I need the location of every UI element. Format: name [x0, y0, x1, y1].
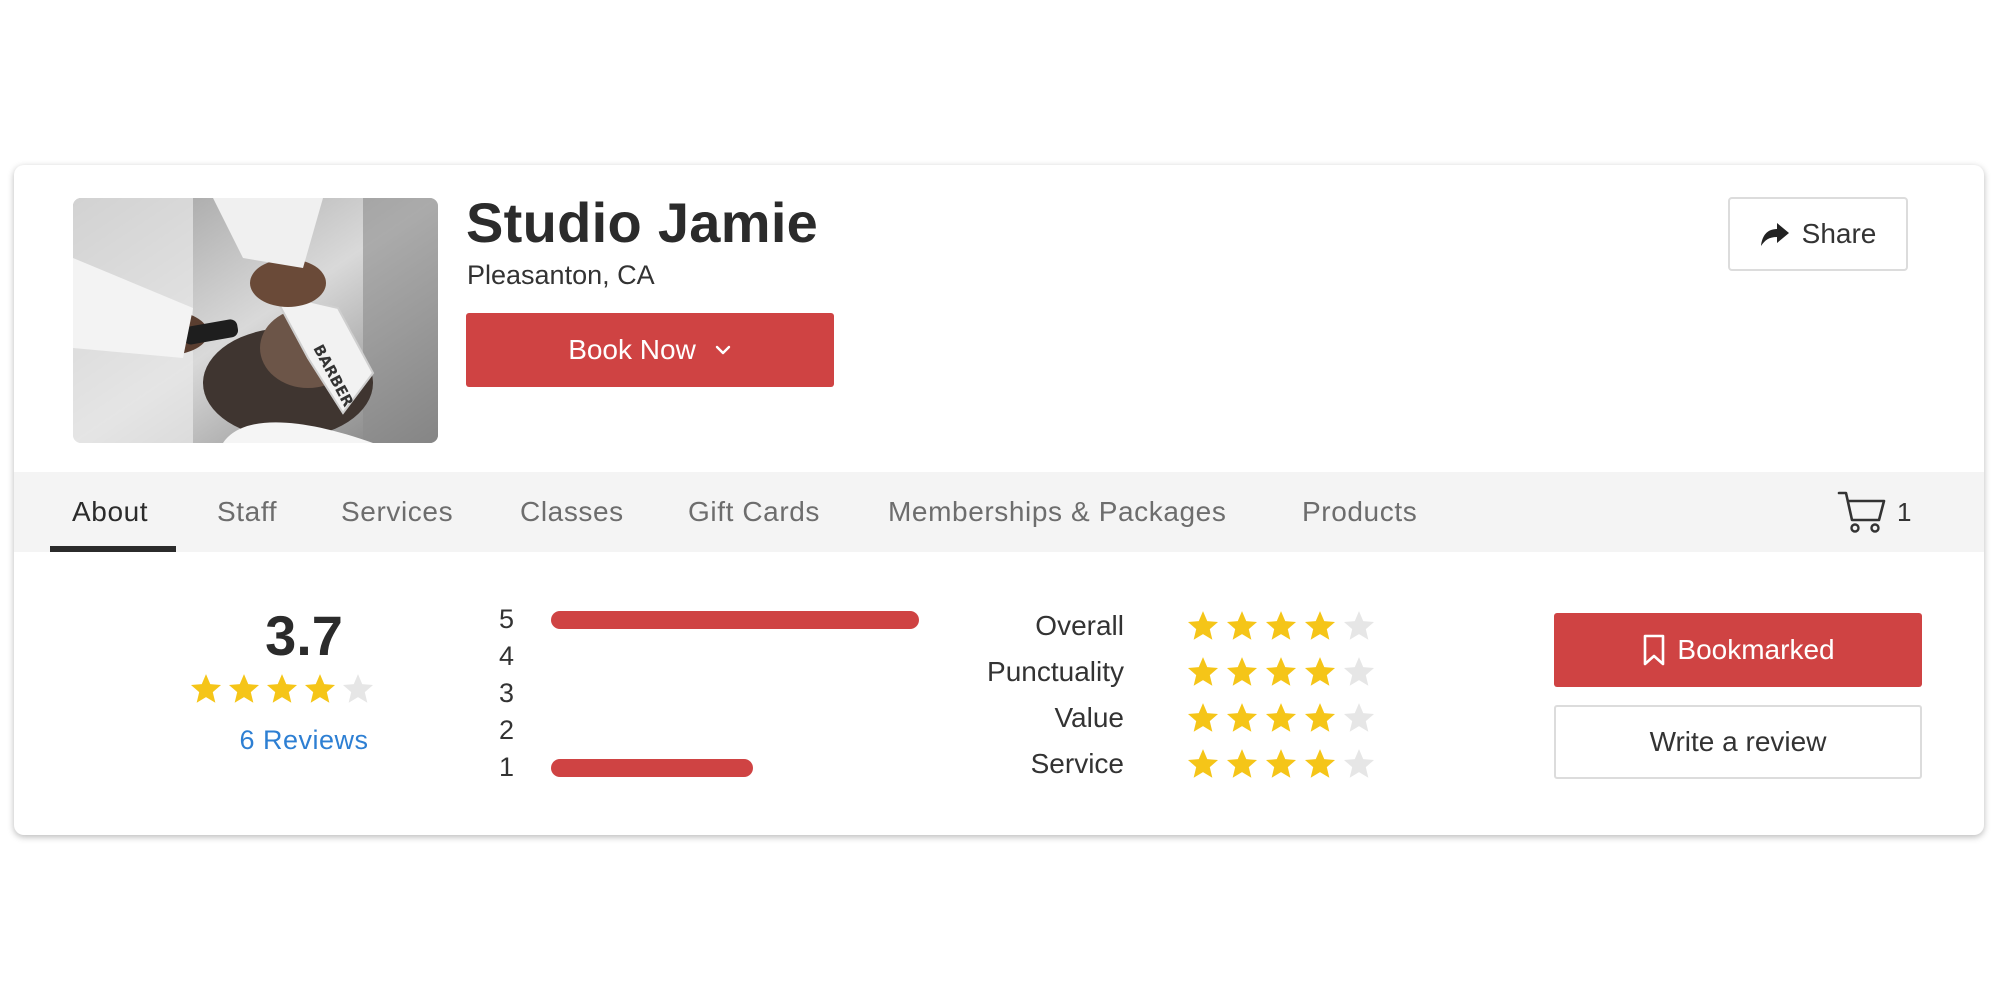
star-filled-icon	[1264, 701, 1298, 735]
star-filled-icon	[1264, 747, 1298, 781]
star-filled-icon	[1303, 747, 1337, 781]
category-rating-row: Value	[894, 698, 1414, 738]
star-empty-icon	[1342, 609, 1376, 643]
book-now-label: Book Now	[568, 334, 696, 365]
star-filled-icon	[303, 672, 337, 706]
category-label: Service	[1030, 748, 1124, 779]
star-filled-icon	[1303, 609, 1337, 643]
book-now-button[interactable]: Book Now	[466, 313, 834, 387]
star-filled-icon	[189, 672, 223, 706]
star-filled-icon	[1186, 747, 1220, 781]
share-icon	[1760, 221, 1790, 247]
category-label: Punctuality	[987, 656, 1124, 687]
average-rating: 3.7	[265, 604, 343, 667]
bookmarked-label: Bookmarked	[1677, 634, 1835, 665]
business-profile-card: BARBER Studio Jamie Pleasanton, CA Book …	[14, 165, 1984, 835]
star-empty-icon	[341, 672, 375, 706]
active-tab-indicator	[50, 546, 176, 552]
tab-gift-cards[interactable]: Gift Cards	[688, 472, 820, 552]
write-review-button[interactable]: Write a review	[1554, 705, 1922, 779]
tab-services[interactable]: Services	[341, 472, 453, 552]
bookmarked-button[interactable]: Bookmarked	[1554, 613, 1922, 687]
rating-distribution-row: 3	[499, 678, 939, 708]
category-stars	[1186, 747, 1376, 781]
rating-distribution-row: 2	[499, 715, 939, 745]
distribution-star-label: 1	[499, 752, 515, 782]
star-filled-icon	[265, 672, 299, 706]
distribution-star-label: 3	[499, 678, 515, 708]
distribution-bar	[551, 611, 919, 629]
star-filled-icon	[1186, 609, 1220, 643]
distribution-star-label: 2	[499, 715, 515, 745]
distribution-star-label: 4	[499, 641, 515, 671]
tab-staff[interactable]: Staff	[217, 472, 277, 552]
star-filled-icon	[1303, 655, 1337, 689]
tab-products[interactable]: Products	[1302, 472, 1417, 552]
business-name: Studio Jamie	[466, 191, 819, 254]
category-stars	[1186, 609, 1376, 643]
category-rating-row: Punctuality	[894, 652, 1414, 692]
star-filled-icon	[1264, 609, 1298, 643]
business-location: Pleasanton, CA	[467, 260, 655, 290]
star-filled-icon	[1303, 701, 1337, 735]
bookmark-icon	[1641, 633, 1667, 667]
star-filled-icon	[1225, 747, 1259, 781]
reviews-link[interactable]: 6 Reviews	[174, 725, 434, 756]
category-rating-row: Overall	[894, 606, 1414, 646]
rating-distribution-row: 5	[499, 604, 939, 634]
rating-distribution-row: 4	[499, 641, 939, 671]
cart-icon[interactable]	[1837, 490, 1887, 534]
distribution-bar	[551, 759, 753, 777]
category-stars	[1186, 655, 1376, 689]
category-rating-row: Service	[894, 744, 1414, 784]
star-filled-icon	[1225, 609, 1259, 643]
share-label: Share	[1801, 218, 1877, 249]
share-button[interactable]: Share	[1728, 197, 1908, 271]
category-label: Value	[1054, 702, 1124, 733]
star-filled-icon	[227, 672, 261, 706]
distribution-star-label: 5	[499, 604, 515, 634]
chevron-down-icon	[714, 341, 732, 359]
star-empty-icon	[1342, 701, 1376, 735]
tab-bar: About Staff Services Classes Gift Cards …	[14, 472, 1984, 552]
star-filled-icon	[1264, 655, 1298, 689]
star-filled-icon	[1186, 701, 1220, 735]
star-filled-icon	[1225, 655, 1259, 689]
tab-classes[interactable]: Classes	[520, 472, 624, 552]
category-stars	[1186, 701, 1376, 735]
tab-about[interactable]: About	[72, 472, 148, 552]
star-filled-icon	[1186, 655, 1220, 689]
category-label: Overall	[1035, 610, 1124, 641]
average-rating-stars	[189, 672, 375, 706]
star-empty-icon	[1342, 655, 1376, 689]
rating-distribution-row: 1	[499, 752, 939, 782]
business-photo: BARBER	[73, 198, 438, 443]
cart-count[interactable]: 1	[1897, 472, 1911, 552]
star-filled-icon	[1225, 701, 1259, 735]
star-empty-icon	[1342, 747, 1376, 781]
tab-memberships-packages[interactable]: Memberships & Packages	[888, 472, 1226, 552]
